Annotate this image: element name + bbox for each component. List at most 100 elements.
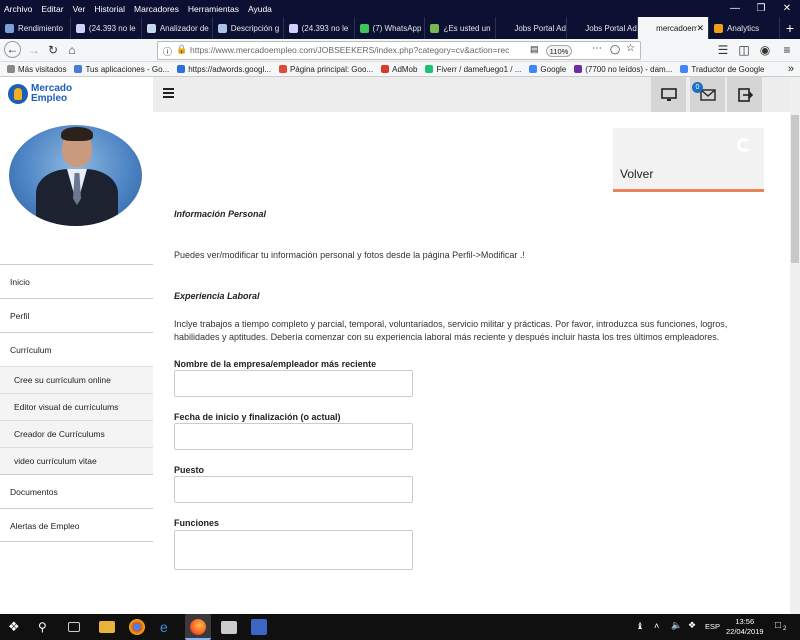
volver-label: Volver xyxy=(620,167,654,181)
close-window-icon[interactable]: ✕ xyxy=(774,0,800,17)
tab-4[interactable]: (24.393 no le xyxy=(284,17,355,39)
tab-3[interactable]: Descripción g xyxy=(213,17,284,39)
sidebar-subitem-creador[interactable]: Creador de Currículums xyxy=(0,420,153,447)
forward-icon[interactable]: → xyxy=(25,42,43,59)
avatar[interactable] xyxy=(9,125,142,226)
language-indicator[interactable]: ESP xyxy=(705,622,720,631)
reader-view-icon[interactable]: ▤ xyxy=(530,44,539,55)
tab-2[interactable]: Analizador de xyxy=(142,17,213,39)
menu-marcadores[interactable]: Marcadores xyxy=(134,4,179,14)
bookmark-label: Tus aplicaciones - Go... xyxy=(85,64,170,74)
url-bar[interactable]: ⓘ 🔒 https://www.mercadoempleo.com/JOBSEE… xyxy=(157,41,641,60)
bookmark-item[interactable]: Más visitados xyxy=(7,65,66,74)
bookmark-item[interactable]: Página principal: Goo... xyxy=(278,65,373,74)
bookmark-item[interactable]: https://adwords.googl... xyxy=(177,65,271,74)
task-view-icon[interactable] xyxy=(68,622,80,632)
clock-date: 22/04/2019 xyxy=(726,627,764,636)
clock[interactable]: 13:56 22/04/2019 xyxy=(726,617,764,637)
library-icon[interactable]: ☰ xyxy=(714,42,732,59)
logout-button[interactable] xyxy=(727,77,762,112)
sidebar-item-alertas[interactable]: Alertas de Empleo xyxy=(0,508,153,542)
back-icon[interactable]: ← xyxy=(4,41,21,58)
new-tab-button[interactable]: + xyxy=(780,17,800,39)
minimize-icon[interactable]: — xyxy=(722,0,748,17)
sidebar-subitem-editor-visual[interactable]: Editor visual de currículums xyxy=(0,393,153,420)
tab-9[interactable]: mercadoempl✕ xyxy=(638,17,710,39)
hamburger-icon[interactable] xyxy=(163,88,174,98)
tab-label: Rendimiento xyxy=(18,23,63,33)
hamburger-menu-icon[interactable]: ≡ xyxy=(778,42,796,59)
position-input[interactable] xyxy=(174,476,413,503)
tab-10[interactable]: Analytics xyxy=(709,17,780,39)
people-icon[interactable]: ♝ xyxy=(636,621,644,632)
pocket-icon[interactable]: ◯ xyxy=(610,44,620,55)
tab-label: Analytics xyxy=(727,23,760,33)
menu-ayuda[interactable]: Ayuda xyxy=(248,4,272,14)
tab-7[interactable]: Jobs Portal Adm xyxy=(496,17,568,39)
windows-start-icon[interactable]: ❖ xyxy=(8,619,24,635)
volver-button[interactable]: Volver xyxy=(613,128,764,192)
site-logo[interactable]: Mercado Empleo xyxy=(8,84,72,104)
dashboard-button[interactable] xyxy=(651,77,686,112)
app-icon[interactable] xyxy=(251,619,267,635)
dropbox-icon[interactable]: ❖ xyxy=(688,620,696,631)
tab-0[interactable]: Rendimiento xyxy=(0,17,71,39)
menu-herramientas[interactable]: Herramientas xyxy=(188,4,239,14)
url-text[interactable]: https://www.mercadoempleo.com/JOBSEEKERS… xyxy=(190,45,509,55)
bookmark-item[interactable]: Traductor de Google xyxy=(680,65,764,74)
edge-icon[interactable]: e xyxy=(160,619,176,635)
sidebar-toggle-icon[interactable]: ◫ xyxy=(735,42,753,59)
tab-close-icon[interactable]: ✕ xyxy=(697,23,705,34)
tab-label: Jobs Portal Adm xyxy=(514,23,566,33)
tab-5[interactable]: (7) WhatsApp xyxy=(355,17,426,39)
tab-6[interactable]: ¿Es usted un xyxy=(425,17,497,39)
menu-historial[interactable]: Historial xyxy=(94,4,125,14)
firefox-taskbar-item[interactable] xyxy=(185,614,211,640)
bookmark-item[interactable]: Fiverr / damefuego1 / ... xyxy=(425,65,521,74)
functions-textarea[interactable] xyxy=(174,530,413,570)
page-scrollbar[interactable] xyxy=(790,77,800,614)
windows-taskbar: ❖ ⚲ e ♝ ˄ 🔈 ❖ ESP 13:56 22/04/2019 □ 2 xyxy=(0,614,800,640)
zoom-level[interactable]: 110% xyxy=(546,45,572,57)
volume-icon[interactable]: 🔈 xyxy=(671,620,682,631)
reload-icon[interactable]: ↻ xyxy=(44,42,62,59)
menu-archivo[interactable]: Archivo xyxy=(4,4,32,14)
bookmark-item[interactable]: Tus aplicaciones - Go... xyxy=(74,65,169,74)
notifications-icon[interactable]: □ xyxy=(775,620,781,631)
notifications-count: 2 xyxy=(783,626,787,632)
bookmark-star-icon[interactable]: ☆ xyxy=(626,43,635,54)
info-icon[interactable]: ⓘ xyxy=(163,45,172,58)
scrollbar-thumb[interactable] xyxy=(791,115,799,263)
sidebar-item-documentos[interactable]: Documentos xyxy=(0,474,153,508)
tab-label: Analizador de xyxy=(159,23,209,33)
sidebar-item-perfil[interactable]: Perfil xyxy=(0,298,153,332)
bookmark-item[interactable]: (7700 no leídos) - dam... xyxy=(574,65,672,74)
sidebar-subitem-video-cv[interactable]: video currículum vitae xyxy=(0,447,153,474)
page-actions-icon[interactable]: ⋯ xyxy=(592,43,602,54)
tab-label: (24.393 no le xyxy=(88,23,136,33)
chrome-icon[interactable] xyxy=(129,619,145,635)
bookmark-favicon-icon xyxy=(381,65,390,73)
search-icon[interactable]: ⚲ xyxy=(38,619,54,635)
sidebar-item-curriculum[interactable]: Currículum xyxy=(0,332,153,366)
store-icon[interactable] xyxy=(221,621,237,634)
bookmarks-overflow-icon[interactable]: » xyxy=(788,63,794,75)
tray-chevron-icon[interactable]: ˄ xyxy=(654,621,659,631)
tab-favicon-icon xyxy=(643,23,653,33)
restore-icon[interactable]: ❐ xyxy=(748,0,774,17)
menu-editar[interactable]: Editar xyxy=(41,4,63,14)
home-icon[interactable]: ⌂ xyxy=(63,42,81,59)
tab-label: (24.393 no le xyxy=(301,23,349,33)
sidebar-item-inicio[interactable]: Inicio xyxy=(0,264,153,298)
tab-8[interactable]: Jobs Portal Adm xyxy=(567,17,639,39)
company-input[interactable] xyxy=(174,370,413,397)
sidebar-subitem-cree-curriculum[interactable]: Cree su currículum online xyxy=(0,366,153,393)
dates-input[interactable] xyxy=(174,423,413,450)
bookmark-item[interactable]: AdMob xyxy=(381,65,417,74)
tab-label: mercadoempl xyxy=(656,23,696,33)
tab-1[interactable]: (24.393 no le xyxy=(71,17,142,39)
account-icon[interactable]: ◉ xyxy=(756,42,774,59)
bookmark-item[interactable]: Google xyxy=(529,65,566,74)
menu-ver[interactable]: Ver xyxy=(73,4,86,14)
file-explorer-icon[interactable] xyxy=(99,621,115,633)
